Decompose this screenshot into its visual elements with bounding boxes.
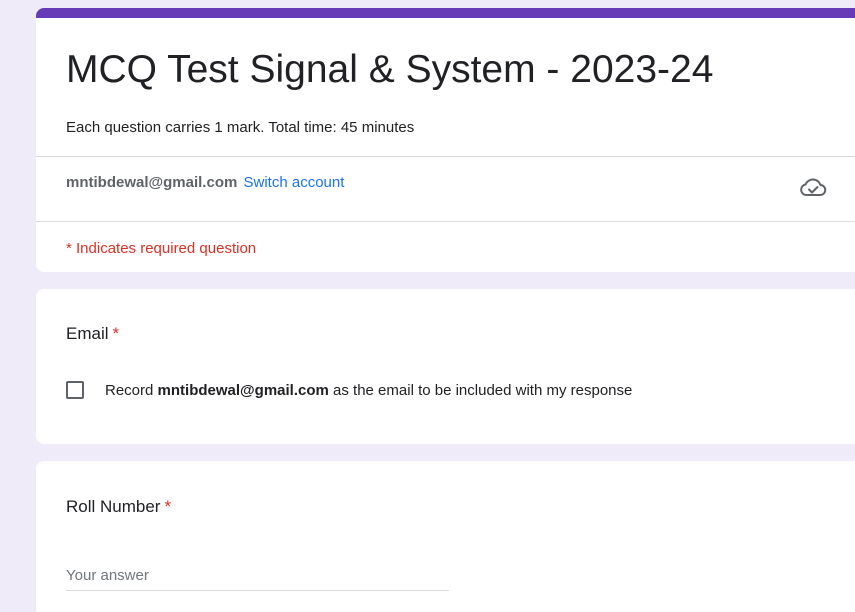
required-note: * Indicates required question [66,240,257,257]
cloud-check-icon[interactable] [799,175,827,199]
question-title-text: Roll Number [66,497,161,516]
email-question-card: Email * Record mntibdewal@gmail.com as th… [36,289,855,444]
switch-account-link[interactable]: Switch account [244,174,345,191]
required-asterisk: * [112,324,120,343]
account-email: mntibdewal@gmail.com [66,174,238,191]
form-page: MCQ Test Signal & System - 2023-24 Each … [0,0,855,612]
form-description: Each question carries 1 mark. Total time… [66,119,415,136]
question-title-text: Email [66,324,109,343]
account-row: mntibdewal@gmail.com Switch account [66,174,344,191]
account-divider [36,221,855,222]
form-header-card: MCQ Test Signal & System - 2023-24 Each … [36,8,855,272]
roll-number-input[interactable] [66,561,449,591]
roll-number-question-title: Roll Number * [66,497,171,517]
roll-number-question-card: Roll Number * [36,461,855,612]
required-asterisk: * [164,497,172,516]
record-email-label[interactable]: Record mntibdewal@gmail.com as the email… [105,382,632,399]
checkbox-label-suffix: as the email to be included with my resp… [333,382,633,399]
record-email-checkbox[interactable] [66,381,84,399]
header-divider [36,156,855,157]
email-question-title: Email * [66,324,119,344]
form-title: MCQ Test Signal & System - 2023-24 [66,48,714,91]
checkbox-label-prefix: Record [105,382,154,399]
checkbox-label-email: mntibdewal@gmail.com [157,382,329,399]
